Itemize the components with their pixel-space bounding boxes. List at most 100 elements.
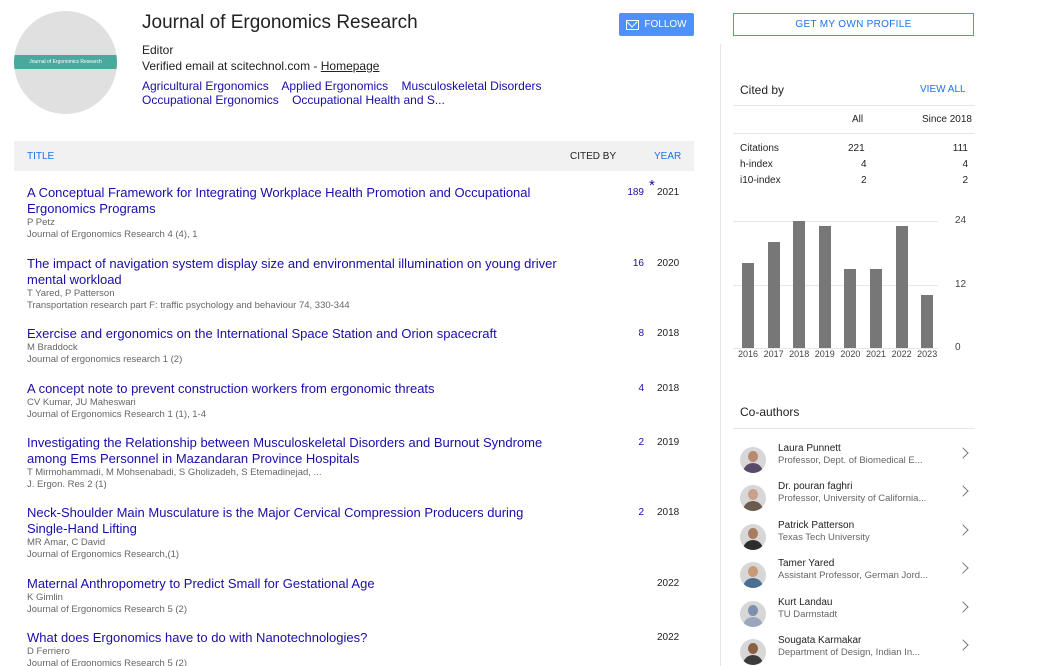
section-divider (733, 428, 975, 429)
avatar-body (743, 540, 763, 550)
article-title-link[interactable]: The impact of navigation system display … (27, 256, 562, 288)
cited-by-link[interactable]: 2 (567, 437, 645, 448)
chart-bar-2017[interactable] (767, 242, 780, 348)
chart-bar-2022[interactable] (895, 226, 908, 348)
chart-bar-2020[interactable] (844, 268, 857, 348)
coauthor-item[interactable]: Laura Punnett Professor, Dept. of Biomed… (733, 443, 975, 481)
coauthor-item[interactable]: Kurt Landau TU Darmstadt (733, 597, 975, 635)
email-text: Verified email at scitechnol.com - (142, 59, 321, 73)
avatar (740, 524, 766, 550)
interest-link[interactable]: Musculoskeletal Disorders (401, 79, 541, 93)
article-title-link[interactable]: A Conceptual Framework for Integrating W… (27, 185, 562, 217)
sort-by-cited[interactable]: CITED BY (570, 151, 616, 162)
chart-x-label: 2023 (917, 349, 938, 359)
article-title-link[interactable]: Neck-Shoulder Main Musculature is the Ma… (27, 505, 562, 537)
interest-link[interactable]: Occupational Ergonomics (142, 93, 279, 107)
avatar (740, 601, 766, 627)
coauthors-heading: Co-authors (740, 405, 800, 419)
coauthor-name: Tamer Yared (778, 558, 835, 569)
chart-gridline (733, 221, 938, 222)
chart-y-tick: 12 (955, 278, 967, 290)
citations-bar-chart: 24 12 0 2016 2017 2018 2019 2020 2021 2022 2023 (733, 205, 978, 365)
chart-bar-2023[interactable] (921, 295, 934, 348)
stat-row-citations: Citations 221 111 (740, 143, 968, 155)
avatar-head (748, 643, 758, 654)
coauthor-name: Laura Punnett (778, 443, 841, 454)
cited-by-link[interactable]: 8 (567, 328, 645, 339)
profile-email: Verified email at scitechnol.com - Homep… (142, 59, 379, 73)
cited-by-link[interactable]: 4 (567, 383, 645, 394)
article-authors: T Yared, P Patterson (27, 288, 115, 299)
article-year: 2022 (657, 578, 680, 589)
research-interests: Agricultural Ergonomics Applied Ergonomi… (142, 79, 582, 107)
article-year: 2018 (657, 507, 680, 518)
chart-bar-2016[interactable] (742, 263, 754, 348)
avatar (740, 639, 766, 665)
avatar-head (748, 605, 758, 616)
coauthor-name: Sougata Karmakar (778, 635, 862, 646)
interest-link[interactable]: Occupational Health and S... (292, 93, 445, 107)
interest-link[interactable]: Applied Ergonomics (281, 79, 388, 93)
chart-bar-2021[interactable] (870, 268, 882, 348)
article-year: 2021 (657, 187, 680, 198)
section-divider (733, 133, 975, 134)
view-all-link[interactable]: VIEW ALL (920, 84, 966, 95)
article-title-link[interactable]: A concept note to prevent construction w… (27, 381, 562, 397)
stat-all: 221 (848, 143, 865, 154)
coauthor-affiliation: Department of Design, Indian In... (778, 647, 921, 658)
article-authors: P Petz (27, 217, 55, 228)
avatar-head (748, 566, 758, 577)
article-publication: Transportation research part F: traffic … (27, 300, 350, 311)
col-all: All (852, 114, 864, 125)
avatar (740, 562, 766, 588)
avatar (740, 485, 766, 511)
sort-by-title[interactable]: TITLE (27, 151, 54, 162)
coauthor-item[interactable]: Sougata Karmakar Department of Design, I… (733, 635, 975, 666)
article-authors: CV Kumar, JU Maheswari (27, 397, 136, 408)
table-header: TITLE CITED BY YEAR (14, 141, 694, 171)
article-title-link[interactable]: Maternal Anthropometry to Predict Small … (27, 576, 562, 592)
article-authors: T Mirmohammadi, M Mohsenabadi, S Gholiza… (27, 467, 322, 478)
mail-icon (626, 19, 640, 30)
coauthor-affiliation: TU Darmstadt (778, 609, 838, 620)
avatar-head (748, 451, 758, 462)
sort-by-year[interactable]: YEAR (654, 151, 681, 162)
chart-bar-2019[interactable] (818, 226, 831, 348)
article-title-link[interactable]: What does Ergonomics have to do with Nan… (27, 630, 562, 646)
coauthor-affiliation: Texas Tech University (778, 532, 870, 543)
get-own-profile-button[interactable]: GET MY OWN PROFILE (733, 13, 974, 36)
avatar-logo-text: Journal of Ergonomics Research (14, 55, 117, 69)
cited-by-link[interactable]: 2 (567, 507, 645, 518)
article-authors: MR Amar, C David (27, 537, 106, 548)
stat-since: 111 (952, 143, 968, 154)
coauthor-item[interactable]: Tamer Yared Assistant Professor, German … (733, 558, 975, 596)
coauthor-affiliation: Professor, University of California... (778, 493, 927, 504)
coauthor-affiliation: Assistant Professor, German Jord... (778, 570, 928, 581)
stat-row-i10-index: i10-index 2 2 (740, 175, 968, 187)
section-divider (733, 105, 975, 106)
avatar-head (748, 489, 758, 500)
profile-affiliation: Editor (142, 43, 174, 57)
coauthor-name: Patrick Patterson (778, 520, 855, 531)
coauthor-name: Dr. pouran faghri (778, 481, 853, 492)
chart-y-tick: 24 (955, 215, 967, 226)
coauthor-name: Kurt Landau (778, 597, 833, 608)
coauthor-affiliation: Professor, Dept. of Biomedical E... (778, 455, 923, 466)
article-year: 2019 (657, 437, 680, 448)
table-row: Neck-Shoulder Main Musculature is the Ma… (27, 505, 694, 561)
coauthor-item[interactable]: Dr. pouran faghri Professor, University … (733, 481, 975, 519)
article-publication: Journal of Ergonomics Research 1 (1), 1-… (27, 409, 206, 420)
chevron-right-icon (957, 524, 969, 536)
merged-citations-star[interactable]: * (649, 177, 655, 194)
cited-by-link[interactable]: 16 (567, 258, 645, 269)
chevron-right-icon (957, 485, 969, 497)
chart-bar-2018[interactable] (793, 221, 806, 348)
interest-link[interactable]: Agricultural Ergonomics (142, 79, 269, 93)
coauthor-item[interactable]: Patrick Patterson Texas Tech University (733, 520, 975, 558)
article-publication: Journal of Ergonomics Research 5 (2) (27, 658, 187, 666)
article-title-link[interactable]: Investigating the Relationship between M… (27, 435, 562, 467)
homepage-link[interactable]: Homepage (321, 59, 380, 73)
follow-button[interactable]: FOLLOW (619, 13, 694, 36)
cited-by-link[interactable]: 189 (567, 187, 645, 198)
article-title-link[interactable]: Exercise and ergonomics on the Internati… (27, 326, 562, 342)
